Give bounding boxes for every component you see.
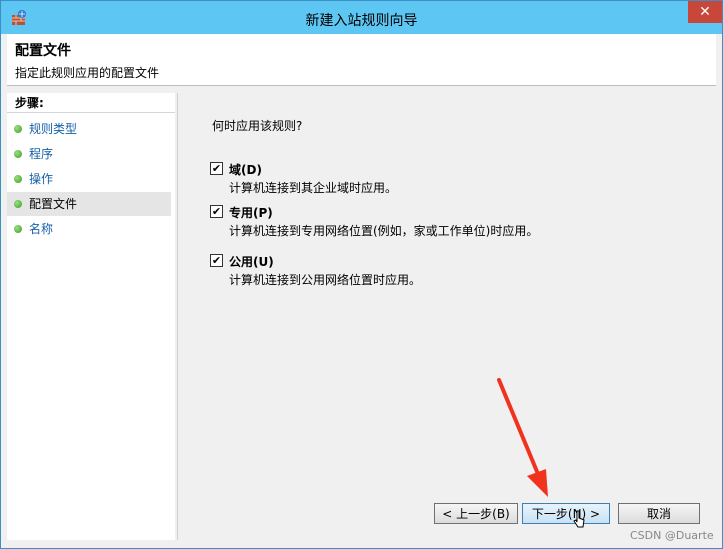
- annotation-arrow-icon: [497, 378, 548, 497]
- watermark: CSDN @Duarte: [630, 529, 714, 542]
- mouse-pointer-icon: [573, 510, 585, 528]
